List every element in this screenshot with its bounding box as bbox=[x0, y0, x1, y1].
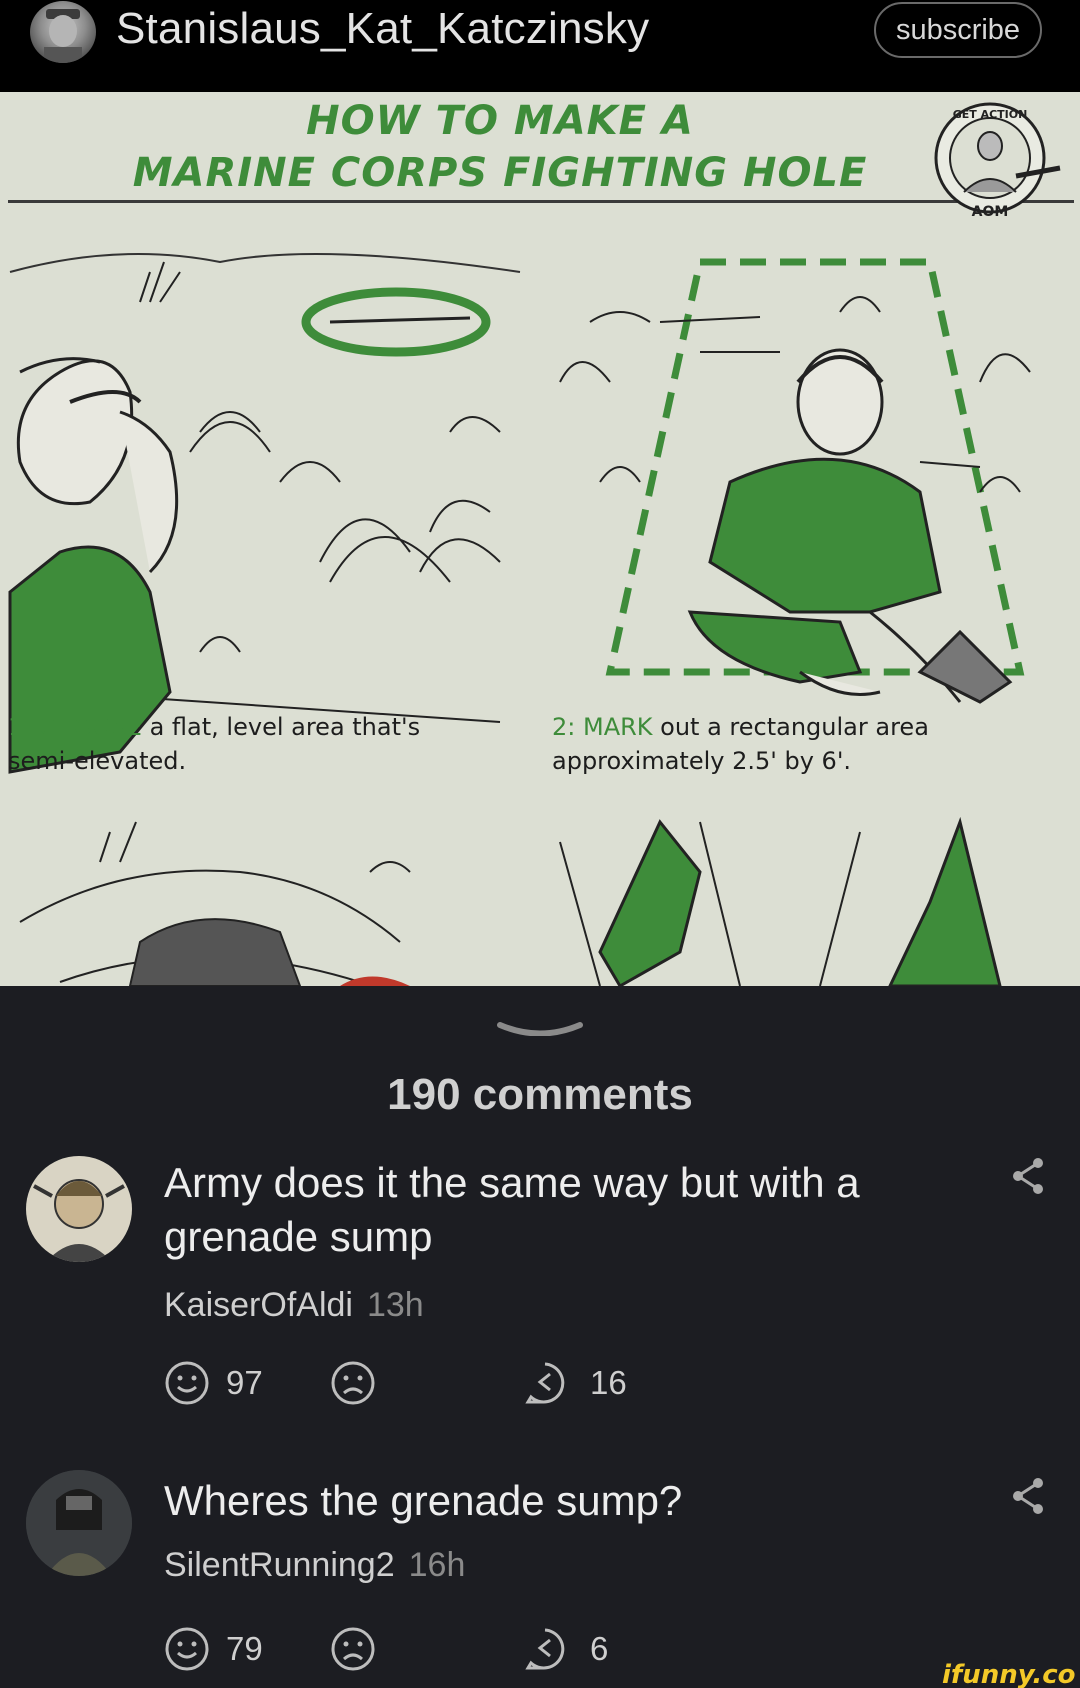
comment-actions: 97 16 bbox=[164, 1360, 764, 1408]
reply-icon[interactable] bbox=[522, 1360, 568, 1406]
share-icon[interactable] bbox=[1010, 1476, 1046, 1516]
step-2-line2: approximately 2.5' by 6'. bbox=[552, 747, 852, 775]
step-1-text: a flat, level area that's bbox=[141, 713, 421, 741]
comment-time: 16h bbox=[408, 1546, 466, 1584]
post-image[interactable]: HOW TO MAKE A MARINE CORPS FIGHTING HOLE… bbox=[0, 92, 1080, 986]
step-2-text: out a rectangular area bbox=[652, 713, 929, 741]
aom-badge-logo: GET ACTION AOM bbox=[934, 102, 1061, 220]
share-icon[interactable] bbox=[1010, 1156, 1046, 1196]
comment-time: 13h bbox=[366, 1286, 424, 1324]
commenter-avatar[interactable] bbox=[26, 1470, 132, 1576]
smile-icon[interactable] bbox=[164, 1626, 210, 1672]
subscribe-button[interactable]: subscribe bbox=[874, 2, 1042, 58]
commenter-avatar[interactable] bbox=[26, 1156, 132, 1262]
step-1-line2: semi-elevated. bbox=[8, 747, 187, 775]
badge-bottom-text: AOM bbox=[972, 204, 1009, 220]
badge-top-text: GET ACTION bbox=[953, 108, 1028, 121]
like-count: 97 bbox=[226, 1364, 263, 1401]
author-avatar[interactable] bbox=[30, 1, 96, 63]
top-bar: Stanislaus_Kat_Katczinsky subscribe bbox=[0, 0, 1080, 92]
lower-panels-illustration bbox=[19, 816, 1002, 986]
comment-actions: 79 6 bbox=[164, 1626, 764, 1674]
poster-title-line2: MARINE CORPS FIGHTING HOLE bbox=[132, 150, 868, 196]
step-1-caption: 1: CHOOSE a flat, level area that's semi… bbox=[8, 710, 420, 778]
reply-count: 6 bbox=[590, 1630, 609, 1667]
step-2-caption: 2: MARK out a rectangular area approxima… bbox=[552, 710, 929, 778]
comment-author[interactable]: SilentRunning2 bbox=[164, 1546, 395, 1584]
poster-title-line1: HOW TO MAKE A bbox=[306, 98, 694, 144]
reply-icon[interactable] bbox=[522, 1626, 568, 1672]
ifunny-watermark: ifunny.co bbox=[942, 1660, 1076, 1688]
comment-item: Wheres the grenade sump? SilentRunning2 1… bbox=[0, 1466, 1080, 1671]
step-1-highlight: 1: CHOOSE bbox=[8, 713, 142, 741]
comment-item: Army does it the same way but with a gre… bbox=[0, 1150, 1080, 1410]
comment-meta: SilentRunning2 16h bbox=[164, 1546, 465, 1585]
collapse-handle-icon[interactable] bbox=[496, 1022, 584, 1036]
poster-divider bbox=[8, 200, 1074, 203]
frown-icon[interactable] bbox=[330, 1626, 376, 1672]
smile-icon[interactable] bbox=[164, 1360, 210, 1406]
comment-author[interactable]: KaiserOfAldi bbox=[164, 1286, 353, 1324]
comment-meta: KaiserOfAldi 13h bbox=[164, 1286, 424, 1325]
comment-text: Wheres the grenade sump? bbox=[164, 1477, 683, 1524]
comment-text: Army does it the same way but with a gre… bbox=[164, 1159, 860, 1260]
author-username[interactable]: Stanislaus_Kat_Katczinsky bbox=[116, 4, 649, 54]
comments-count: 190 comments bbox=[387, 1070, 693, 1119]
panel-1-illustration bbox=[8, 253, 521, 774]
panel-2-illustration bbox=[559, 258, 1031, 704]
like-count: 79 bbox=[226, 1630, 263, 1667]
frown-icon[interactable] bbox=[330, 1360, 376, 1406]
reply-count: 16 bbox=[590, 1364, 627, 1401]
step-2-highlight: 2: MARK bbox=[552, 713, 653, 741]
